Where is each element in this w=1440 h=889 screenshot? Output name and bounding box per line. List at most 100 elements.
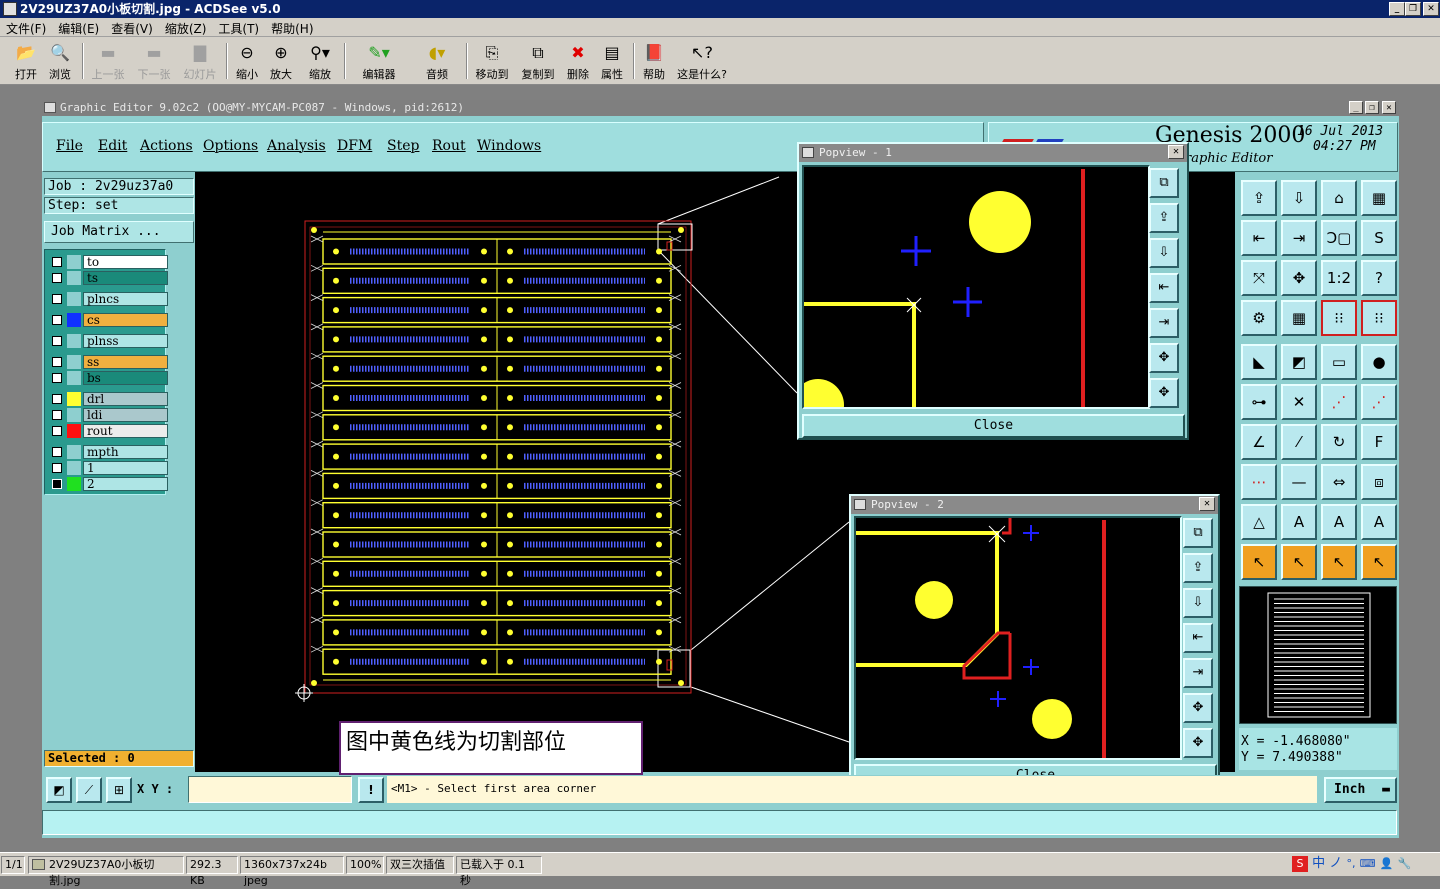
grid-snap-icon[interactable]: ⊞ (106, 777, 132, 803)
pan-right-icon[interactable]: ⇥ (1149, 308, 1179, 338)
layer-name[interactable]: 1 (83, 461, 168, 475)
genesis-minimize-button[interactable]: _ (1349, 101, 1363, 114)
grid-icon[interactable]: ▦ (1361, 180, 1397, 216)
pads-icon[interactable]: ⇔ (1321, 464, 1357, 500)
layer-color-swatch[interactable] (67, 445, 81, 459)
layer-color-swatch[interactable] (67, 371, 81, 385)
layer-row-plncs[interactable]: plncs (50, 292, 168, 306)
pan-left-icon[interactable]: ⇤ (1149, 273, 1179, 303)
layer-checkbox[interactable] (52, 336, 62, 346)
tab-right-icon[interactable]: ⇥ (1281, 220, 1317, 256)
layer-row-drl[interactable]: drl (50, 392, 168, 406)
ruler-icon[interactable]: ▭ (1321, 344, 1357, 380)
layer-name[interactable]: plnss (83, 334, 168, 348)
line-b-icon[interactable]: ⁄ (1281, 424, 1317, 460)
fit-icon[interactable]: ✥ (1149, 343, 1179, 373)
connect-icon[interactable]: ⊶ (1241, 384, 1277, 420)
s-curve-icon[interactable]: S (1361, 220, 1397, 256)
menu-help[interactable]: 帮助(H) (265, 18, 319, 39)
toolbar-audio-button[interactable]: ◖▾ 音频 (414, 41, 460, 83)
tri-d-icon[interactable]: A (1361, 504, 1397, 540)
layer-checkbox[interactable] (52, 294, 62, 304)
layer-row-mpth[interactable]: mpth (50, 445, 168, 459)
layers-b-icon[interactable]: ⁝⁝ (1361, 300, 1397, 336)
toolbar-next-button[interactable]: ▬ 下一张 (134, 41, 174, 83)
layer-checkbox[interactable] (52, 394, 62, 404)
layer-color-swatch[interactable] (67, 271, 81, 285)
restore-button[interactable]: ❐ (1405, 2, 1421, 16)
layer-row-to[interactable]: to (50, 255, 168, 269)
toolbar-help-button[interactable]: 📕 帮助 (639, 41, 669, 83)
layer-color-swatch[interactable] (67, 292, 81, 306)
layer-name[interactable]: cs (83, 313, 168, 327)
tri-b-icon[interactable]: A (1281, 504, 1317, 540)
toolbar-previous-button[interactable]: ▬ 上一张 (88, 41, 128, 83)
genesis-menu-options[interactable]: Options (203, 138, 258, 154)
center-icon[interactable]: ✥ (1281, 260, 1317, 296)
minimize-button[interactable]: _ (1389, 2, 1405, 16)
genesis-menu-analysis[interactable]: Analysis (267, 138, 326, 154)
layer-color-swatch[interactable] (67, 255, 81, 269)
genesis-menu-file[interactable]: File (56, 138, 83, 154)
tri-c-icon[interactable]: A (1321, 504, 1357, 540)
receive-icon[interactable]: ⇩ (1281, 180, 1317, 216)
toolbar-open-button[interactable]: 📂 打开 (10, 41, 42, 83)
dot-icon[interactable]: ● (1361, 344, 1397, 380)
layer-name[interactable]: plncs (83, 292, 168, 306)
layer-name[interactable]: ldi (83, 408, 168, 422)
layer-row-cs[interactable]: cs (50, 313, 168, 327)
genesis-menu-dfm[interactable]: DFM (337, 138, 372, 154)
sogou-s-icon[interactable]: S (1292, 855, 1308, 872)
popview-1-close-icon[interactable]: ✕ (1168, 145, 1184, 159)
toolbar-zoom-out-button[interactable]: ⊖ 缩小 (232, 41, 262, 83)
layer-row-2[interactable]: 2 (50, 477, 168, 491)
toolbar-delete-button[interactable]: ✖ 删除 (563, 41, 593, 83)
zoom-home-icon[interactable]: ⧉ (1149, 168, 1179, 198)
layer-color-swatch[interactable] (67, 392, 81, 406)
popview-1-close-button[interactable]: Close (802, 414, 1185, 438)
layer-row-rout[interactable]: rout (50, 424, 168, 438)
point-red-icon[interactable]: ⋰ (1361, 384, 1397, 420)
send-icon[interactable]: ⇪ (1241, 180, 1277, 216)
help-q-icon[interactable]: ? (1361, 260, 1397, 296)
cursor-c-icon[interactable]: ↖ (1321, 544, 1357, 580)
zoom-out-icon[interactable]: ⇩ (1149, 238, 1179, 268)
layer-name[interactable]: rout (83, 424, 168, 438)
minus-icon[interactable]: ⋯ (1241, 464, 1277, 500)
layer-name[interactable]: 2 (83, 477, 168, 491)
popview-1-canvas[interactable] (802, 165, 1150, 409)
cross-icon[interactable]: ✕ (1281, 384, 1317, 420)
blank-grid-icon[interactable]: ▦ (1281, 300, 1317, 336)
genesis-menu-actions[interactable]: Actions (140, 138, 193, 154)
layer-checkbox[interactable] (52, 463, 62, 473)
layer-color-swatch[interactable] (67, 313, 81, 327)
toolbar-properties-button[interactable]: ▤ 属性 (597, 41, 627, 83)
layer-name[interactable]: ss (83, 355, 168, 369)
select-tool-icon[interactable]: ◩ (46, 777, 72, 803)
layer-row-ldi[interactable]: ldi (50, 408, 168, 422)
toolbar-move-to-button[interactable]: ⎘ 移动到 (472, 41, 512, 83)
zoom-out-icon[interactable]: ⇩ (1183, 588, 1213, 618)
line-a-icon[interactable]: ∠ (1241, 424, 1277, 460)
wrench-icon[interactable]: 🔧 (1397, 857, 1411, 870)
point-icon[interactable]: ⋰ (1321, 384, 1357, 420)
genesis-close-button[interactable]: ✕ (1382, 101, 1396, 114)
wrench-icon[interactable]: ⚙ (1241, 300, 1277, 336)
layer-color-swatch[interactable] (67, 408, 81, 422)
genesis-menu-rout[interactable]: Rout (432, 138, 466, 154)
menu-file[interactable]: 文件(F) (0, 18, 52, 39)
pan-left-icon[interactable]: ⇤ (1183, 623, 1213, 653)
measure-tool-icon[interactable]: ⟋ (76, 777, 102, 803)
layer-name[interactable]: ts (83, 271, 168, 285)
measure-icon[interactable]: ◣ (1241, 344, 1277, 380)
keyboard-icon[interactable]: ⌨ (1360, 857, 1376, 870)
popview-2-canvas[interactable] (854, 516, 1182, 760)
zoom-in-icon[interactable]: ⇪ (1183, 553, 1213, 583)
popview-2-close-icon[interactable]: ✕ (1199, 497, 1215, 511)
toolbar-zoom-button[interactable]: ⚲▾ 缩放 (302, 41, 338, 83)
xy-input[interactable] (188, 776, 352, 803)
layer-name[interactable]: to (83, 255, 168, 269)
layer-name[interactable]: bs (83, 371, 168, 385)
layer-color-swatch[interactable] (67, 424, 81, 438)
layer-name[interactable]: drl (83, 392, 168, 406)
